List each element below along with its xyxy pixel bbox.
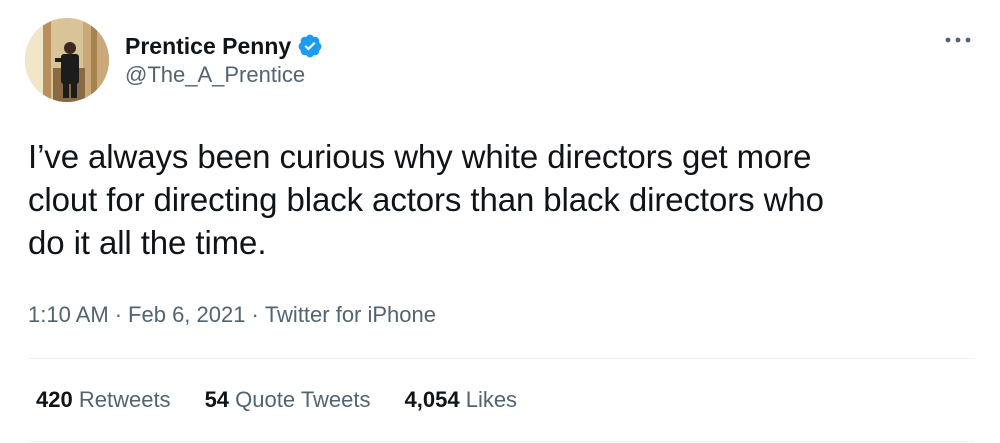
verified-badge-icon <box>298 34 322 58</box>
avatar-photo <box>25 18 109 102</box>
tweet-meta: 1:10 AM · Feb 6, 2021 · Twitter for iPhone <box>28 302 436 328</box>
likes-stat[interactable]: 4,054 Likes <box>405 387 518 413</box>
quote-tweets-stat[interactable]: 54 Quote Tweets <box>205 387 371 413</box>
more-options-button[interactable] <box>938 30 978 50</box>
avatar[interactable] <box>25 18 109 102</box>
likes-count: 4,054 <box>404 387 460 412</box>
meta-separator: · <box>251 302 259 327</box>
tweet-card: Prentice Penny @The_A_Prentice I’ve alwa… <box>0 0 1000 443</box>
retweets-count: 420 <box>36 387 73 412</box>
tweet-time[interactable]: 1:10 AM <box>28 302 109 327</box>
quote-tweets-count: 54 <box>204 387 230 412</box>
retweets-stat[interactable]: 420 Retweets <box>36 387 171 413</box>
tweet-text: I’ve always been curious why white direc… <box>28 138 824 261</box>
tweet-source[interactable]: Twitter for iPhone <box>265 302 436 327</box>
more-options-icon <box>945 37 971 43</box>
quote-tweets-label: Quote Tweets <box>235 387 371 412</box>
author-handle[interactable]: @The_A_Prentice <box>125 62 305 88</box>
tweet-stats: 420 Retweets 54 Quote Tweets 4,054 Likes <box>36 387 517 413</box>
likes-label: Likes <box>465 387 518 412</box>
divider <box>28 441 974 442</box>
divider <box>28 358 974 359</box>
meta-separator: · <box>114 302 123 327</box>
tweet-date[interactable]: Feb 6, 2021 <box>128 302 245 327</box>
display-name[interactable]: Prentice Penny <box>125 33 291 60</box>
retweets-label: Retweets <box>78 387 171 412</box>
author-row: Prentice Penny <box>125 31 323 61</box>
